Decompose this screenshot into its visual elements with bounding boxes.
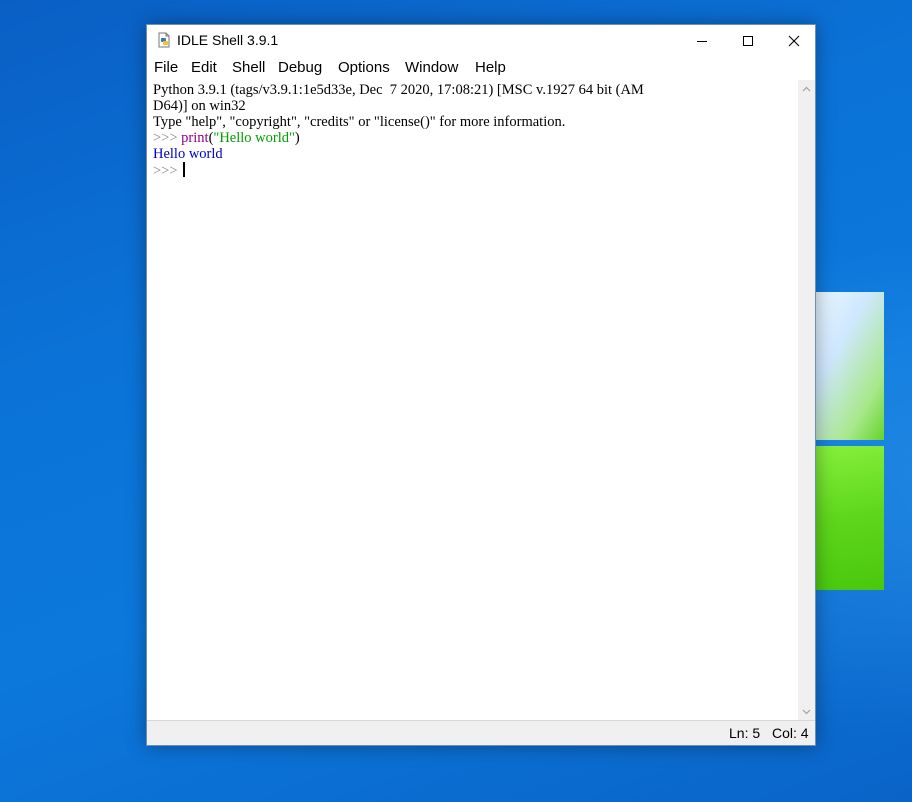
prompt: >>> [153, 130, 182, 146]
windows-logo-upper-pane [816, 292, 884, 440]
banner-line-2: D64)] on win32 [153, 98, 246, 114]
menu-help[interactable]: Help [475, 59, 506, 76]
close-button[interactable] [771, 25, 817, 56]
scroll-down-button[interactable] [798, 703, 815, 720]
close-icon [788, 35, 800, 46]
menu-bar: File Edit Shell Debug Options Window Hel… [147, 56, 815, 80]
command-output: Hello world [153, 146, 223, 162]
command-paren-close: ) [294, 130, 300, 146]
menu-shell[interactable]: Shell [232, 59, 265, 76]
vertical-scrollbar[interactable] [798, 80, 815, 720]
shell-output: Python 3.9.1 (tags/v3.9.1:1e5d33e, Dec 7… [153, 82, 644, 179]
scroll-up-button[interactable] [798, 80, 815, 97]
banner-line-3: Type "help", "copyright", "credits" or "… [153, 114, 566, 130]
active-prompt: >>> [153, 163, 182, 179]
chevron-up-icon [802, 86, 811, 91]
windows-logo [816, 278, 886, 590]
shell-text-area[interactable]: Python 3.9.1 (tags/v3.9.1:1e5d33e, Dec 7… [147, 80, 798, 720]
windows-logo-lower-pane [816, 446, 884, 590]
menu-window[interactable]: Window [405, 59, 458, 76]
minimize-icon [697, 40, 707, 42]
menu-debug[interactable]: Debug [278, 59, 322, 76]
window-title: IDLE Shell 3.9.1 [177, 32, 279, 48]
menu-edit[interactable]: Edit [191, 59, 217, 76]
title-bar[interactable]: IDLE Shell 3.9.1 [147, 25, 815, 56]
chevron-down-icon [802, 709, 811, 714]
status-bar: Ln: 5 Col: 4 [147, 720, 815, 745]
maximize-button[interactable] [725, 25, 771, 56]
status-line-number: Ln: 5 [729, 725, 761, 741]
banner-line-1: Python 3.9.1 (tags/v3.9.1:1e5d33e, Dec 7… [153, 82, 644, 98]
idle-shell-window: IDLE Shell 3.9.1 File Edit Shell Debug O… [146, 24, 816, 746]
menu-file[interactable]: File [154, 59, 178, 76]
command-string: "Hello world" [213, 130, 295, 146]
minimize-button[interactable] [679, 25, 725, 56]
maximize-icon [743, 35, 753, 46]
status-column-number: Col: 4 [772, 725, 809, 741]
menu-options[interactable]: Options [338, 59, 390, 76]
python-idle-icon [156, 32, 172, 48]
text-cursor [183, 162, 186, 177]
command-keyword: print [181, 130, 209, 146]
